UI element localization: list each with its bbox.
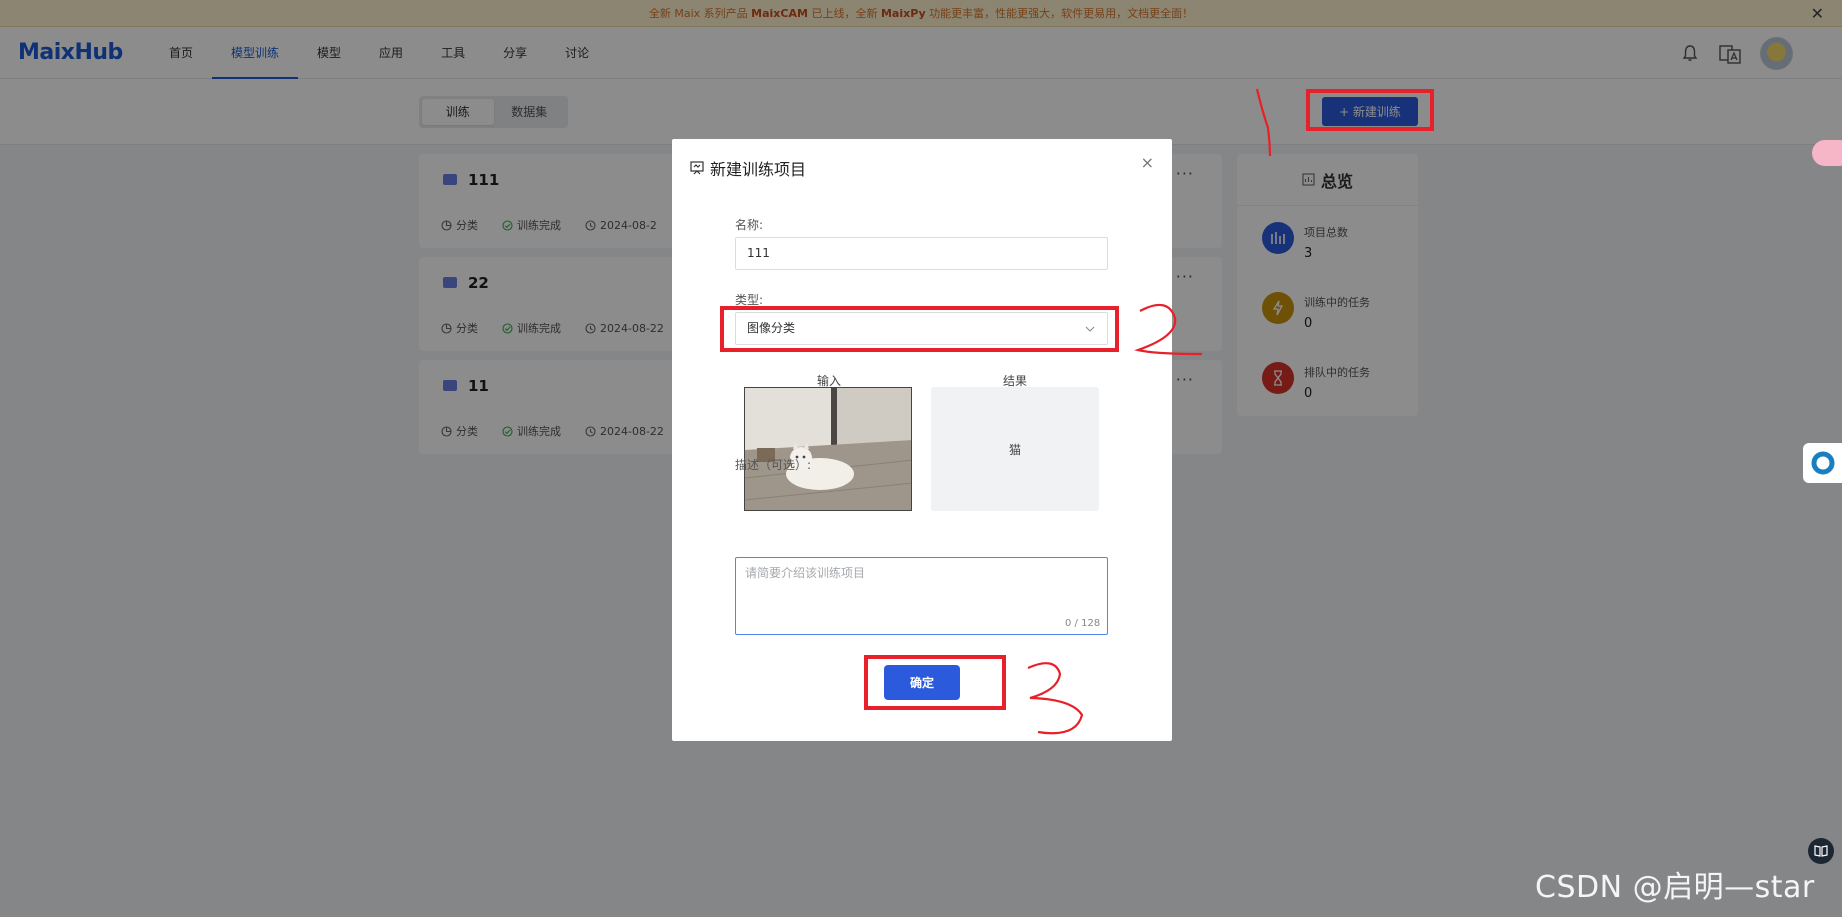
annotation-step2-mark bbox=[1134, 303, 1203, 356]
annotation-step3-mark bbox=[1027, 662, 1084, 735]
csdn-watermark: CSDN @启明—star bbox=[1535, 870, 1815, 905]
annotation-step1-mark bbox=[1255, 88, 1272, 157]
handwritten-annotations bbox=[1027, 88, 1272, 735]
